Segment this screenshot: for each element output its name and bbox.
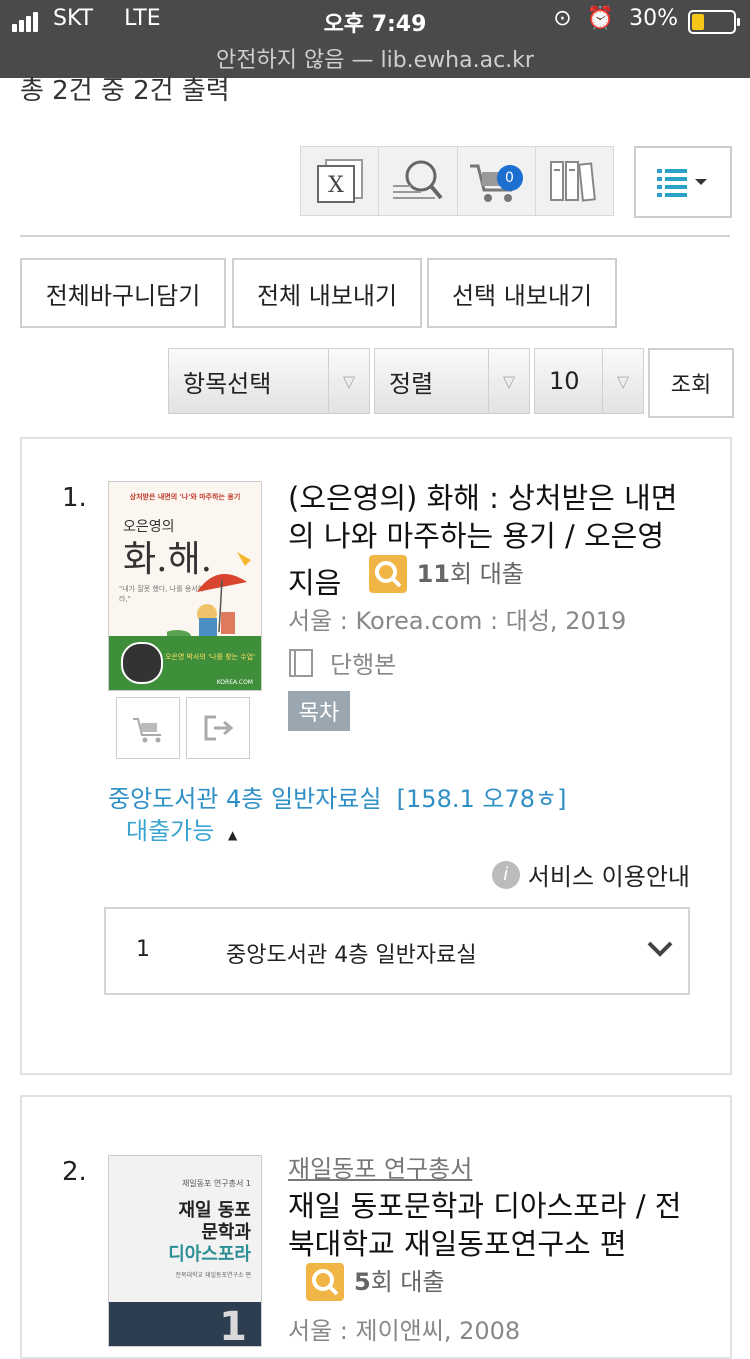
bookshelf-icon: [550, 161, 597, 202]
alarm-icon: ⏰: [586, 6, 615, 31]
cover-band: 오은영 박사의 '나를 찾는 수업' KOREA.COM: [109, 636, 261, 690]
publication-info: 서울 : 제이앤씨, 2008: [288, 1317, 521, 1345]
chevron-down-icon: ▽: [602, 349, 643, 413]
divider: [20, 235, 730, 237]
bookshelf-button[interactable]: [536, 147, 613, 215]
call-number-location[interactable]: 중앙도서관 4층 일반자료실 [158.1 오78ㅎ]: [108, 779, 566, 814]
cover-series: 재일동포 연구총서 1: [181, 1179, 251, 1188]
series-link[interactable]: 재일동포 연구총서: [288, 1149, 472, 1184]
field-select-value: 항목선택: [183, 369, 272, 398]
loan-count: 11: [416, 560, 450, 588]
export-all-button[interactable]: 전체 내보내기: [232, 258, 422, 328]
cover-top-text: 상처받은 내면의 '나'와 마주하는 용기: [129, 493, 241, 501]
search-tool-button[interactable]: [379, 147, 458, 215]
availability-row[interactable]: 대출가능 ▲: [126, 811, 237, 846]
loan-count: 5: [354, 1268, 371, 1296]
result-number: 1.: [62, 483, 87, 513]
svg-text:X: X: [328, 173, 344, 198]
excel-export-icon: X: [316, 159, 363, 203]
book-cover[interactable]: 재일동포 연구총서 1 재일 동포 문학과 디아스포라 전북대학교 재일동포연구…: [108, 1155, 262, 1347]
cart-icon: [133, 718, 161, 743]
availability-status: 대출가능: [126, 817, 215, 845]
sort-select[interactable]: 정렬 ▽: [374, 348, 530, 414]
loan-count-icon: [368, 555, 407, 593]
result-number: 2.: [62, 1157, 87, 1187]
chevron-down-icon: [647, 941, 673, 957]
result-card: 1. 상처받은 내면의 '나'와 마주하는 용기 오은영의 화.해. "내가 잘…: [20, 437, 732, 1075]
service-guide-link[interactable]: i 서비스 이용안내: [491, 857, 690, 892]
view-mode-button[interactable]: [634, 146, 732, 218]
format-row: 단행본: [288, 645, 396, 680]
service-guide-label: 서비스 이용안내: [527, 863, 690, 891]
cover-editor: 전북대학교 재일동포연구소 편: [175, 1272, 251, 1279]
holding-location: 중앙도서관 4층 일반자료실: [226, 943, 477, 968]
search-submit-button[interactable]: 조회: [648, 348, 734, 418]
cart-count-badge: 0: [496, 165, 523, 191]
holding-row[interactable]: 1 중앙도서관 4층 일반자료실: [104, 907, 690, 995]
format-label: 단행본: [330, 651, 397, 679]
cover-publisher: KOREA.COM: [216, 679, 253, 686]
chevron-down-icon: ▽: [488, 349, 529, 413]
search-icon: [392, 160, 443, 200]
loan-unit: 회 대출: [450, 560, 524, 588]
loan-unit: 회 대출: [370, 1268, 445, 1296]
field-select[interactable]: 항목선택 ▽: [168, 348, 370, 414]
add-to-cart-button[interactable]: [116, 697, 180, 759]
cover-bottom-text: 오은영 박사의 '나를 찾는 수업': [165, 653, 256, 661]
export-record-button[interactable]: [186, 697, 250, 759]
battery-icon: [688, 10, 740, 34]
battery-percent: 30%: [629, 6, 678, 31]
book-title-link[interactable]: (오은영의) 화해 : 상처받은 내면의 나와 마주하는 용기 / 오은영 지음…: [288, 479, 698, 602]
book-title: 재일 동포문학과 디아스포라 / 전북대학교 재일동포연구소 편: [288, 1189, 682, 1261]
result-count: 총 2건 중 2건 출력: [20, 76, 230, 106]
publication-info: 서울 : Korea.com : 대성, 2019: [288, 607, 627, 635]
add-all-to-cart-button[interactable]: 전체바구니담기: [20, 258, 226, 328]
toc-button[interactable]: 목차: [288, 691, 350, 731]
export-selected-button[interactable]: 선택 내보내기: [427, 258, 617, 328]
cover-band: 1: [109, 1302, 261, 1346]
list-view-icon: [657, 169, 707, 197]
excel-export-button[interactable]: X: [301, 147, 380, 215]
rotation-lock-icon: ⊙: [553, 6, 572, 31]
loan-count-icon: [306, 1263, 344, 1301]
book-title-link[interactable]: 재일 동포문학과 디아스포라 / 전북대학교 재일동포연구소 편 5회 대출: [288, 1187, 698, 1310]
info-icon: i: [491, 860, 520, 889]
book-cover[interactable]: 상처받은 내면의 '나'와 마주하는 용기 오은영의 화.해. "내가 잘못 했…: [108, 481, 262, 691]
author-photo: [121, 642, 163, 684]
per-page-select[interactable]: 10 ▽: [534, 348, 644, 414]
sort-select-value: 정렬: [389, 369, 434, 398]
cover-title-line3: 디아스포라: [168, 1244, 251, 1265]
loan-stat: 11 회 대출: [351, 555, 524, 593]
book-format-icon: [289, 648, 313, 677]
cover-illustration: [167, 552, 251, 642]
holding-index: 1: [136, 937, 150, 962]
loan-stat: 5회 대출: [288, 1263, 445, 1301]
status-bar: SKT LTE 오후 7:49 ⊙ ⏰ 30% 안전하지 않음 — lib.ew…: [0, 0, 750, 78]
export-icon: [204, 715, 234, 741]
chevron-down-icon: ▽: [328, 349, 369, 413]
result-toolbar: X 0: [300, 146, 614, 216]
status-right: ⊙ ⏰ 30%: [553, 6, 678, 31]
caret-up-icon: ▲: [227, 828, 238, 842]
result-card: 2. 재일동포 연구총서 1 재일 동포 문학과 디아스포라 전북대학교 재일동…: [20, 1095, 732, 1359]
cart-button[interactable]: 0: [458, 147, 536, 215]
per-page-value: 10: [549, 367, 580, 395]
cover-volume: 1: [219, 1304, 247, 1347]
